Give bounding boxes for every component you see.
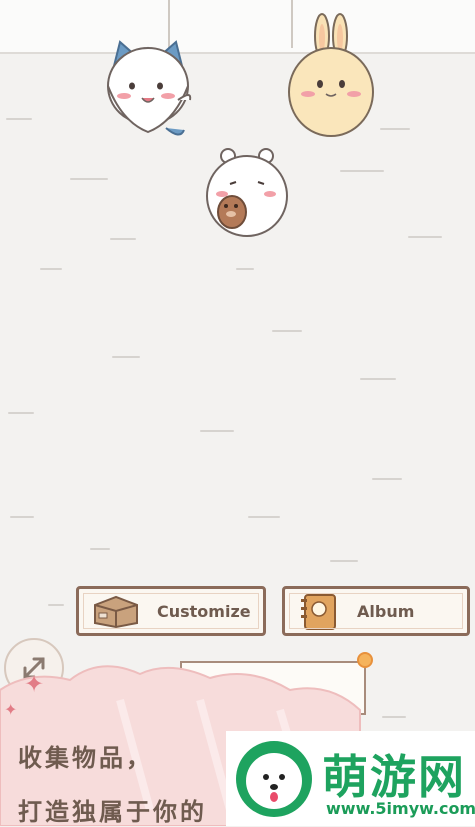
sparkle-icon: ✦ bbox=[4, 700, 18, 719]
chiikawa-character[interactable] bbox=[202, 146, 292, 242]
watermark-title: 萌游网 bbox=[322, 750, 466, 804]
promo-text-line2: 打造独属于你的 bbox=[18, 798, 207, 826]
dog-logo-icon bbox=[236, 741, 312, 817]
customize-label: Customize bbox=[157, 601, 251, 621]
game-room: Customize Album ✦ ✦ 收集物品， 打造独属于你的 萌游网 ww… bbox=[0, 0, 475, 826]
site-watermark: 萌游网 www.5imyw.com bbox=[226, 731, 475, 826]
album-button[interactable]: Album bbox=[282, 586, 470, 636]
hachiware-character[interactable] bbox=[102, 36, 194, 144]
cardboard-box-icon bbox=[94, 595, 138, 629]
back-wall bbox=[0, 0, 475, 54]
customize-button[interactable]: Customize bbox=[76, 586, 266, 636]
usagi-character[interactable] bbox=[284, 12, 378, 142]
sparkle-icon: ✦ bbox=[24, 670, 45, 698]
watermark-url: www.5imyw.com bbox=[326, 799, 475, 818]
notebook-icon bbox=[301, 594, 336, 630]
promo-text-line1: 收集物品， bbox=[18, 744, 153, 772]
album-label: Album bbox=[357, 601, 415, 621]
